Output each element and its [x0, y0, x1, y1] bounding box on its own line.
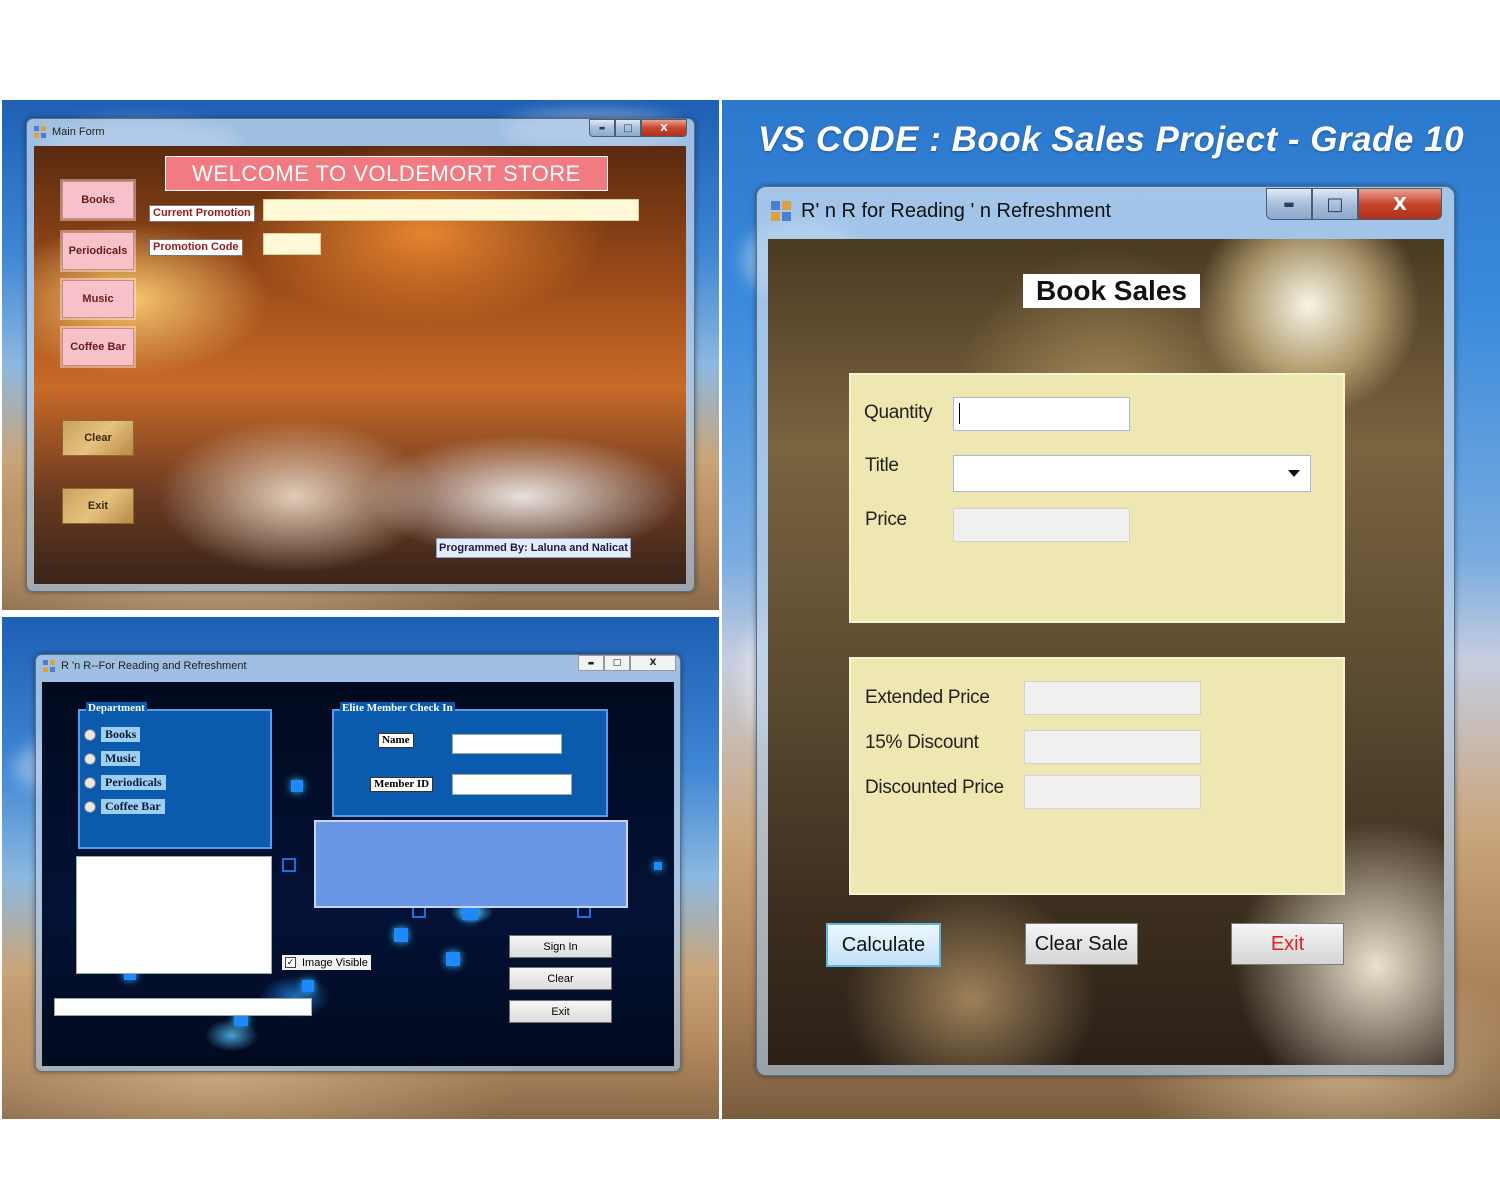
- maximize-button[interactable]: □: [604, 655, 630, 671]
- text-caret: [959, 403, 960, 424]
- calculate-button[interactable]: Calculate: [826, 923, 941, 967]
- current-promotion-label: Current Promotion: [149, 205, 255, 222]
- clear-button[interactable]: Clear: [62, 420, 134, 456]
- chevron-down-icon[interactable]: [1288, 470, 1300, 477]
- discounted-price-label: Discounted Price: [865, 777, 1004, 798]
- app-icon: [43, 660, 55, 672]
- close-button[interactable]: X: [1358, 188, 1442, 220]
- exit-button[interactable]: Exit: [62, 488, 134, 524]
- main-form-title: Main Form: [52, 126, 105, 138]
- elite-member-group: Elite Member Check In Name Member ID: [332, 702, 608, 817]
- radio-label: Music: [101, 751, 141, 766]
- radio-label: Periodicals: [101, 775, 166, 790]
- title-dropdown[interactable]: [953, 455, 1311, 492]
- decor-square: [302, 980, 314, 992]
- decor-square: [282, 858, 296, 872]
- window-controls: ▬ □ X: [589, 119, 687, 137]
- discount-field[interactable]: [1024, 730, 1201, 764]
- main-form-window: Main Form ▬ □ X WELCOME TO VOLDEMORT STO…: [26, 118, 695, 592]
- member-id-label: Member ID: [370, 777, 434, 792]
- department-group: Department Books Music Periodicals Coffe…: [78, 702, 272, 849]
- book-sales-header: Book Sales: [1023, 274, 1200, 308]
- radio-circle[interactable]: [84, 728, 96, 741]
- image-box: [76, 856, 272, 974]
- name-field[interactable]: [452, 734, 562, 754]
- image-visible-label: Image Visible: [302, 956, 368, 969]
- window-controls: ▬ □ X: [578, 655, 676, 671]
- rnr-form-title: R 'n R--For Reading and Refreshment: [61, 660, 247, 672]
- name-label: Name: [378, 733, 414, 748]
- clear-sale-button[interactable]: Clear Sale: [1025, 923, 1138, 965]
- price-field[interactable]: [953, 508, 1130, 542]
- promotion-code-label: Promotion Code: [149, 239, 243, 256]
- discount-label: 15% Discount: [865, 732, 979, 753]
- extended-price-field[interactable]: [1024, 681, 1201, 715]
- radio-label: Books: [101, 727, 141, 742]
- minimize-button[interactable]: ▬: [589, 119, 615, 137]
- decor-square: [394, 928, 408, 942]
- close-button[interactable]: X: [641, 119, 687, 137]
- periodicals-button[interactable]: Periodicals: [62, 232, 134, 270]
- title-label: Title: [865, 455, 899, 476]
- book-sales-client: Book Sales Quantity Title Price Extended…: [768, 239, 1444, 1065]
- radio-circle[interactable]: [84, 800, 96, 813]
- books-button[interactable]: Books: [62, 181, 134, 219]
- radio-label: Coffee Bar: [101, 799, 165, 814]
- decor-square: [654, 862, 662, 870]
- app-icon: [771, 201, 791, 221]
- page-heading: VS CODE : Book Sales Project - Grade 10: [757, 120, 1465, 159]
- decor-square: [291, 780, 303, 792]
- coffee-bar-button[interactable]: Coffee Bar: [62, 328, 134, 366]
- book-sales-window: R' n R for Reading ' n Refreshment ▬ □ X…: [756, 186, 1455, 1076]
- elite-member-caption: Elite Member Check In: [340, 702, 455, 714]
- rnr-form-client: Department Books Music Periodicals Coffe…: [42, 682, 674, 1066]
- radio-coffee-bar[interactable]: Coffee Bar: [84, 799, 165, 814]
- radio-circle[interactable]: [84, 752, 96, 765]
- image-visible-checkbox[interactable]: ✓ Image Visible: [282, 955, 371, 970]
- discounted-price-field[interactable]: [1024, 775, 1201, 809]
- window-controls: ▬ □ X: [1266, 188, 1442, 220]
- radio-music[interactable]: Music: [84, 751, 141, 766]
- input-panel: Quantity Title Price: [849, 373, 1345, 623]
- app-icon: [34, 126, 46, 138]
- promotion-code-field[interactable]: [263, 233, 321, 255]
- member-id-field[interactable]: [452, 774, 572, 795]
- maximize-button[interactable]: □: [1312, 188, 1358, 220]
- exit-button[interactable]: Exit: [509, 1000, 612, 1023]
- sign-in-button[interactable]: Sign In: [509, 935, 612, 958]
- exit-button[interactable]: Exit: [1231, 923, 1344, 965]
- quantity-label: Quantity: [864, 402, 933, 423]
- main-form-client: WELCOME TO VOLDEMORT STORE Books Periodi…: [34, 146, 686, 584]
- status-field[interactable]: [54, 998, 312, 1016]
- music-button[interactable]: Music: [62, 280, 134, 318]
- results-panel: Extended Price 15% Discount Discounted P…: [849, 657, 1345, 895]
- radio-periodicals[interactable]: Periodicals: [84, 775, 166, 790]
- maximize-button[interactable]: □: [615, 119, 641, 137]
- minimize-button[interactable]: ▬: [1266, 188, 1312, 220]
- welcome-banner: WELCOME TO VOLDEMORT STORE: [165, 156, 608, 191]
- checkmark-icon[interactable]: ✓: [285, 957, 296, 968]
- current-promotion-field[interactable]: [263, 199, 639, 221]
- book-sales-title: R' n R for Reading ' n Refreshment: [801, 199, 1111, 222]
- price-label: Price: [865, 509, 907, 530]
- radio-books[interactable]: Books: [84, 727, 141, 742]
- department-caption: Department: [86, 702, 147, 714]
- close-button[interactable]: X: [630, 655, 676, 671]
- quantity-field[interactable]: [953, 397, 1130, 431]
- minimize-button[interactable]: ▬: [578, 655, 604, 671]
- clear-button[interactable]: Clear: [509, 967, 612, 990]
- extended-price-label: Extended Price: [865, 687, 990, 708]
- decor-square: [446, 952, 460, 966]
- rnr-form-window: R 'n R--For Reading and Refreshment ▬ □ …: [35, 654, 681, 1072]
- radio-circle[interactable]: [84, 776, 96, 789]
- display-panel: [314, 820, 628, 908]
- credit-label: Programmed By: Laluna and Nalicat: [436, 538, 631, 558]
